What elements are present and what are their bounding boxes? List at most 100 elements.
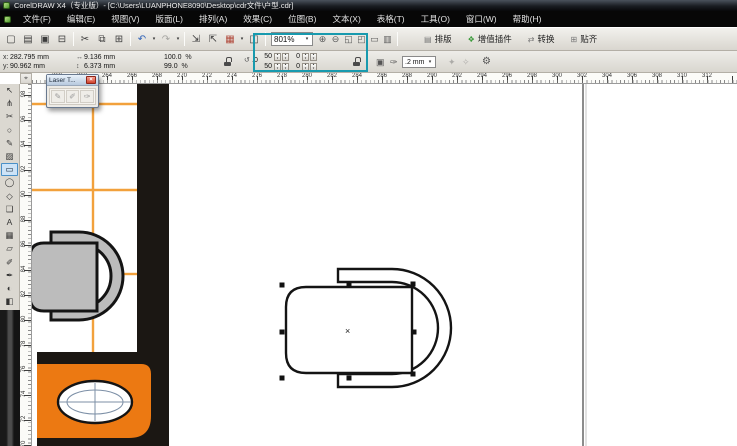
selection-handle[interactable] — [280, 283, 285, 288]
zoom-in-icon[interactable]: ⊕ — [316, 31, 329, 47]
rotation-field[interactable]: ↺.0 — [244, 56, 258, 65]
zoom-page-width-icon[interactable]: ▥ — [381, 31, 394, 47]
effect-icon-1[interactable]: ✦ — [448, 57, 456, 68]
toolbox-outline-pen-tool[interactable]: ✒ — [1, 269, 18, 282]
palette-title-bar[interactable]: Laser T... × — [47, 75, 98, 86]
zoom-level-combo[interactable]: 801% ▾ — [271, 32, 313, 46]
menu-item-1[interactable]: 编辑(E) — [59, 11, 103, 27]
new-icon[interactable]: ▢ — [3, 31, 19, 47]
toolbox-zoom-tool[interactable]: ○ — [1, 124, 18, 137]
app-launcher-icon[interactable]: ▦ — [222, 31, 238, 47]
zoom-all-objects-icon[interactable]: ◰ — [355, 31, 368, 47]
spinner-control[interactable]: ▴▾ — [302, 63, 309, 71]
gray-chair-seat[interactable] — [32, 243, 97, 311]
toolbox-eyedropper-tool[interactable]: ✐ — [1, 255, 18, 268]
open-icon[interactable]: ▤ — [20, 31, 36, 47]
undo-dropdown-icon[interactable]: ▾ — [151, 36, 157, 42]
toolbox-table-tool[interactable]: ▦ — [1, 229, 18, 242]
selected-chair-object[interactable] — [286, 269, 451, 387]
toolbox-freehand-tool[interactable]: ✎ — [1, 137, 18, 150]
import-icon[interactable]: ⇲ — [188, 31, 204, 47]
toolbox-fill-tool[interactable]: ◐ — [1, 282, 18, 295]
laser-tool-palette[interactable]: Laser T... × ✎✐✑ — [46, 74, 99, 108]
menu-item-5[interactable]: 效果(C) — [235, 11, 280, 27]
menu-item-4[interactable]: 排列(A) — [191, 11, 235, 27]
outline-width-combo[interactable]: .2 mm ▾ — [402, 56, 436, 68]
plugins-button[interactable]: ❖增值插件 — [463, 30, 517, 48]
object-position-fields[interactable]: x:282.795 mm y:90.962 mm — [3, 53, 49, 71]
drawing-area[interactable]: × — [32, 84, 737, 446]
menu-item-9[interactable]: 工具(O) — [413, 11, 458, 27]
gray-chair-object[interactable] — [32, 232, 123, 320]
export-icon[interactable]: ⇱ — [205, 31, 221, 47]
ruler-origin-button[interactable]: ⌖ — [20, 73, 32, 84]
undo-icon[interactable]: ↶ — [134, 31, 150, 47]
scale-lock-icon[interactable] — [224, 57, 231, 66]
selection-handle[interactable] — [347, 283, 352, 288]
save-icon[interactable]: ▣ — [37, 31, 53, 47]
laser-tool-3-icon[interactable]: ✑ — [80, 90, 94, 103]
copy-icon[interactable]: ⧉ — [94, 31, 110, 47]
laser-tool-2-icon[interactable]: ✐ — [66, 90, 80, 103]
menu-item-3[interactable]: 版面(L) — [148, 11, 191, 27]
corner-radius-right-value[interactable]: 0 — [290, 62, 301, 71]
spinner-control[interactable]: ▴▾ — [282, 63, 289, 71]
toolbox-text-tool[interactable]: A — [1, 216, 18, 229]
toolbox-pick-tool[interactable]: ↖ — [1, 84, 18, 97]
zoom-out-icon[interactable]: ⊖ — [329, 31, 342, 47]
spinner-control[interactable]: ▴▾ — [274, 53, 281, 61]
effect-icon-2[interactable]: ✧ — [462, 57, 470, 68]
redo-icon[interactable]: ↷ — [158, 31, 174, 47]
menu-item-10[interactable]: 窗口(W) — [458, 11, 505, 27]
selection-handle[interactable] — [280, 376, 285, 381]
close-icon[interactable]: × — [86, 76, 96, 84]
basin-shape[interactable] — [58, 381, 132, 423]
object-size-fields[interactable]: ↔9.136 mm ↕6.373 mm — [76, 53, 115, 71]
selection-handle[interactable] — [411, 282, 416, 287]
chevron-down-icon[interactable]: ▾ — [304, 36, 310, 42]
toolbox-interactive-blend-tool[interactable]: ▱ — [1, 242, 18, 255]
zoom-selected-icon[interactable]: ◱ — [342, 31, 355, 47]
spinner-control[interactable]: ▴▾ — [274, 63, 281, 71]
zoom-page-icon[interactable]: ▭ — [368, 31, 381, 47]
scale-fields[interactable]: 100.0 % 99.0 % — [164, 53, 192, 71]
menu-item-6[interactable]: 位图(B) — [280, 11, 324, 27]
chevron-down-icon[interactable]: ▾ — [427, 59, 433, 65]
cut-icon[interactable]: ✂ — [77, 31, 93, 47]
redo-dropdown-icon[interactable]: ▾ — [175, 36, 181, 42]
menu-item-0[interactable]: 文件(F) — [15, 11, 59, 27]
print-icon[interactable]: ⊟ — [54, 31, 70, 47]
toolbox-smart-fill-tool[interactable]: ▨ — [1, 150, 18, 163]
welcome-screen-icon[interactable]: ◫ — [246, 31, 262, 47]
spinner-control[interactable]: ▴▾ — [282, 53, 289, 61]
gear-icon[interactable]: ⚙ — [482, 56, 490, 67]
toolbox-ellipse-tool[interactable]: ◯ — [1, 176, 18, 189]
toolbox-polygon-tool[interactable]: ◇ — [1, 190, 18, 203]
selection-handle[interactable] — [347, 376, 352, 381]
toolbox-shape-tool[interactable]: ⋔ — [1, 97, 18, 110]
toolbox-rectangle-tool[interactable]: ▭ — [1, 163, 18, 176]
spinner-control[interactable]: ▴▾ — [302, 53, 309, 61]
app-launcher-dropdown-icon[interactable]: ▾ — [239, 36, 245, 42]
toolbox-basic-shapes-tool[interactable]: ❑ — [1, 203, 18, 216]
convert-button[interactable]: ⇄转换 — [523, 30, 560, 48]
paste-icon[interactable]: ⊞ — [111, 31, 127, 47]
snap-button[interactable]: ⊞贴齐 — [565, 30, 602, 48]
selection-handle[interactable] — [412, 330, 417, 335]
layout-button[interactable]: ▤排版 — [419, 30, 457, 48]
spinner-control[interactable]: ▴▾ — [310, 53, 317, 61]
laser-tool-1-icon[interactable]: ✎ — [51, 90, 65, 103]
corner-radius-lock-icon[interactable] — [353, 57, 360, 66]
corner-radius-left-value[interactable]: 50 — [262, 62, 273, 71]
title-bar[interactable]: CorelDRAW X4（专业版）- [C:\Users\LUANPHONE80… — [0, 0, 737, 11]
toolbox-crop-tool[interactable]: ✂ — [1, 110, 18, 123]
menu-item-8[interactable]: 表格(T) — [369, 11, 413, 27]
selection-handle[interactable] — [411, 372, 416, 377]
menu-item-7[interactable]: 文本(X) — [324, 11, 368, 27]
horizontal-ruler[interactable]: 2602622642662682702722742762782802822842… — [32, 73, 737, 84]
wrap-text-icon[interactable]: ▣ — [376, 57, 384, 68]
selection-handle[interactable] — [280, 330, 285, 335]
corner-radius-left-value[interactable]: 50 — [262, 52, 273, 61]
menu-item-2[interactable]: 视图(V) — [103, 11, 147, 27]
toolbox-interactive-fill-tool[interactable]: ◧ — [1, 295, 18, 308]
